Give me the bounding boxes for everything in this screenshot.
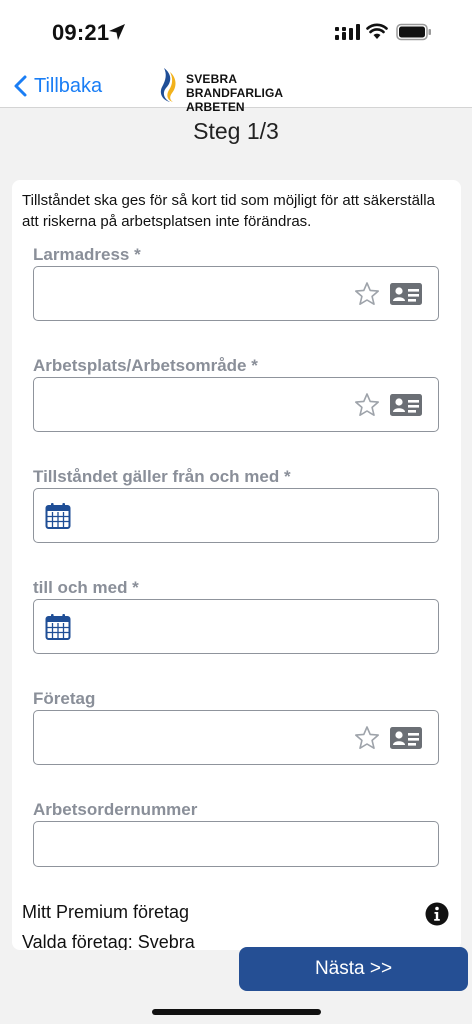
- contact-card-icon[interactable]: [389, 281, 423, 307]
- logo-text-svebra: SVEBRA: [186, 72, 238, 86]
- valid-to-label: till och med *: [33, 578, 139, 597]
- next-button[interactable]: Nästa >>: [239, 947, 468, 991]
- battery-icon: [396, 23, 431, 41]
- calendar-icon[interactable]: [45, 502, 71, 530]
- contact-card-icon[interactable]: [389, 725, 423, 751]
- calendar-icon[interactable]: [45, 613, 71, 641]
- wifi-icon: [366, 23, 388, 39]
- premium-company-title: Mitt Premium företag: [22, 902, 190, 922]
- contact-card-icon[interactable]: [389, 392, 423, 418]
- alarm-address-input[interactable]: [33, 266, 439, 321]
- valid-from-date-input[interactable]: [33, 488, 439, 543]
- back-button[interactable]: Tillbaka: [12, 72, 102, 100]
- valid-to-date-input[interactable]: [33, 599, 439, 654]
- form-card: Tillståndet ska ges för så kort tid som …: [12, 180, 461, 950]
- svebra-logo: SVEBRA BRANDFARLIGA ARBETEN: [158, 66, 318, 114]
- company-label: Företag: [33, 689, 96, 708]
- chevron-left-icon: [14, 75, 27, 97]
- intro-text: Tillståndet ska ges för så kort tid som …: [22, 192, 435, 230]
- logo-text-subtitle: BRANDFARLIGA ARBETEN: [186, 86, 283, 114]
- home-indicator: [152, 1009, 321, 1015]
- selected-company-text: Valda företag: Svebra: [22, 932, 195, 950]
- workplace-input[interactable]: [33, 377, 439, 432]
- status-time: 09:21: [52, 20, 110, 45]
- alarm-address-label: Larmadress *: [33, 245, 141, 264]
- work-order-label: Arbetsordernummer: [33, 800, 198, 819]
- back-label: Tillbaka: [34, 74, 103, 97]
- star-favorite-icon[interactable]: [354, 392, 380, 418]
- cellular-signal-icon: [335, 24, 360, 40]
- status-bar: 09:21: [0, 0, 472, 62]
- company-input[interactable]: [33, 710, 439, 765]
- valid-from-label: Tillståndet gäller från och med *: [33, 467, 291, 486]
- info-icon[interactable]: [425, 902, 449, 926]
- star-favorite-icon[interactable]: [354, 725, 380, 751]
- step-title: Steg 1/3: [193, 118, 279, 144]
- workplace-label: Arbetsplats/Arbetsområde *: [33, 356, 258, 375]
- location-arrow-icon: [109, 24, 125, 40]
- flame-logo-icon: [160, 68, 176, 102]
- work-order-input[interactable]: [33, 821, 439, 867]
- nav-header: Tillbaka SVEBRA BRANDFARLIGA ARBETEN: [0, 62, 472, 114]
- star-favorite-icon[interactable]: [354, 281, 380, 307]
